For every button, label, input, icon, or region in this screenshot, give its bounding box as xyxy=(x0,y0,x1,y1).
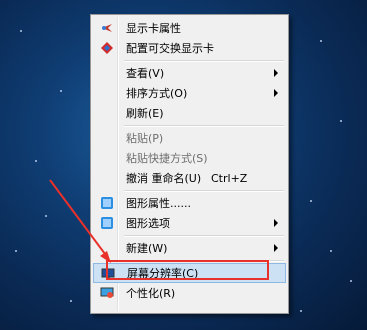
annotation-arrow xyxy=(49,179,111,263)
